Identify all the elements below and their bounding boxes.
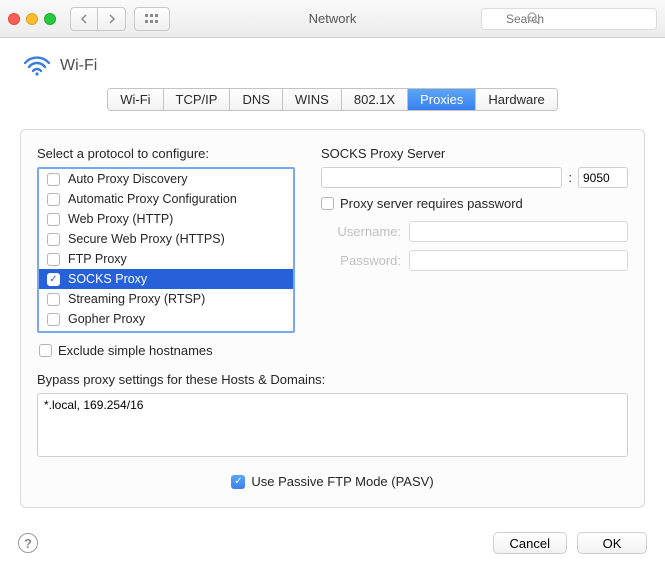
nav-back-forward: [70, 7, 126, 31]
zoom-icon[interactable]: [44, 13, 56, 25]
username-label: Username:: [321, 224, 401, 239]
footer: ? Cancel OK: [0, 522, 665, 564]
checkbox-icon[interactable]: [47, 213, 60, 226]
pasv-label: Use Passive FTP Mode (PASV): [251, 474, 433, 489]
titlebar: Network: [0, 0, 665, 38]
minimize-icon[interactable]: [26, 13, 38, 25]
search-icon: [527, 12, 540, 25]
checkbox-icon[interactable]: [47, 193, 60, 206]
checkbox-icon[interactable]: ✓: [47, 273, 60, 286]
exclude-hostnames-label: Exclude simple hostnames: [58, 343, 213, 358]
pasv-checkbox[interactable]: ✓: [231, 475, 245, 489]
checkbox-icon[interactable]: [47, 293, 60, 306]
protocol-label: FTP Proxy: [68, 252, 127, 266]
bypass-textarea[interactable]: [37, 393, 628, 457]
bypass-label: Bypass proxy settings for these Hosts & …: [37, 372, 628, 387]
close-icon[interactable]: [8, 13, 20, 25]
wifi-icon: [24, 56, 50, 76]
search-wrap: [481, 8, 657, 30]
protocol-auto-config[interactable]: Automatic Proxy Configuration: [39, 189, 293, 209]
back-button[interactable]: [70, 7, 98, 31]
tab-wins[interactable]: WINS: [283, 89, 342, 110]
protocol-socks[interactable]: ✓ SOCKS Proxy: [39, 269, 293, 289]
tab-tcpip[interactable]: TCP/IP: [164, 89, 231, 110]
show-all-button[interactable]: [134, 7, 170, 31]
traffic-lights: [8, 13, 56, 25]
socks-server-label: SOCKS Proxy Server: [321, 146, 628, 161]
grid-icon: [145, 14, 159, 24]
tab-dns[interactable]: DNS: [230, 89, 282, 110]
proxy-address-input[interactable]: [321, 167, 562, 188]
protocol-label: Secure Web Proxy (HTTPS): [68, 232, 225, 246]
tab-proxies[interactable]: Proxies: [408, 89, 476, 110]
forward-button[interactable]: [98, 7, 126, 31]
username-input: [409, 221, 628, 242]
cancel-button[interactable]: Cancel: [493, 532, 567, 554]
protocol-list[interactable]: Auto Proxy Discovery Automatic Proxy Con…: [37, 167, 295, 333]
chevron-right-icon: [108, 14, 116, 24]
checkbox-icon[interactable]: [47, 233, 60, 246]
tab-8021x[interactable]: 802.1X: [342, 89, 408, 110]
tab-wifi[interactable]: Wi-Fi: [108, 89, 163, 110]
requires-password-label: Proxy server requires password: [340, 196, 523, 211]
checkbox-icon[interactable]: [47, 253, 60, 266]
protocol-web-https[interactable]: Secure Web Proxy (HTTPS): [39, 229, 293, 249]
exclude-hostnames-checkbox[interactable]: [39, 344, 52, 357]
help-button[interactable]: ?: [18, 533, 38, 553]
protocol-web-http[interactable]: Web Proxy (HTTP): [39, 209, 293, 229]
password-input: [409, 250, 628, 271]
protocol-ftp[interactable]: FTP Proxy: [39, 249, 293, 269]
password-label: Password:: [321, 253, 401, 268]
select-protocol-label: Select a protocol to configure:: [37, 146, 295, 161]
ok-button[interactable]: OK: [577, 532, 647, 554]
checkbox-icon[interactable]: [47, 313, 60, 326]
wifi-heading: Wi-Fi: [60, 57, 97, 75]
protocol-label: SOCKS Proxy: [68, 272, 147, 286]
protocol-label: Web Proxy (HTTP): [68, 212, 173, 226]
protocol-label: Gopher Proxy: [68, 312, 145, 326]
chevron-left-icon: [80, 14, 88, 24]
protocol-label: Automatic Proxy Configuration: [68, 192, 237, 206]
tab-hardware[interactable]: Hardware: [476, 89, 556, 110]
protocol-auto-discovery[interactable]: Auto Proxy Discovery: [39, 169, 293, 189]
protocol-rtsp[interactable]: Streaming Proxy (RTSP): [39, 289, 293, 309]
tab-bar: Wi-Fi TCP/IP DNS WINS 802.1X Proxies Har…: [107, 88, 558, 111]
protocol-label: Streaming Proxy (RTSP): [68, 292, 205, 306]
checkbox-icon[interactable]: [47, 173, 60, 186]
requires-password-checkbox[interactable]: [321, 197, 334, 210]
search-input[interactable]: [481, 8, 657, 30]
colon-separator: :: [568, 170, 572, 185]
proxies-pane: Select a protocol to configure: Auto Pro…: [20, 129, 645, 508]
proxy-port-input[interactable]: [578, 167, 628, 188]
protocol-gopher[interactable]: Gopher Proxy: [39, 309, 293, 329]
protocol-label: Auto Proxy Discovery: [68, 172, 187, 186]
